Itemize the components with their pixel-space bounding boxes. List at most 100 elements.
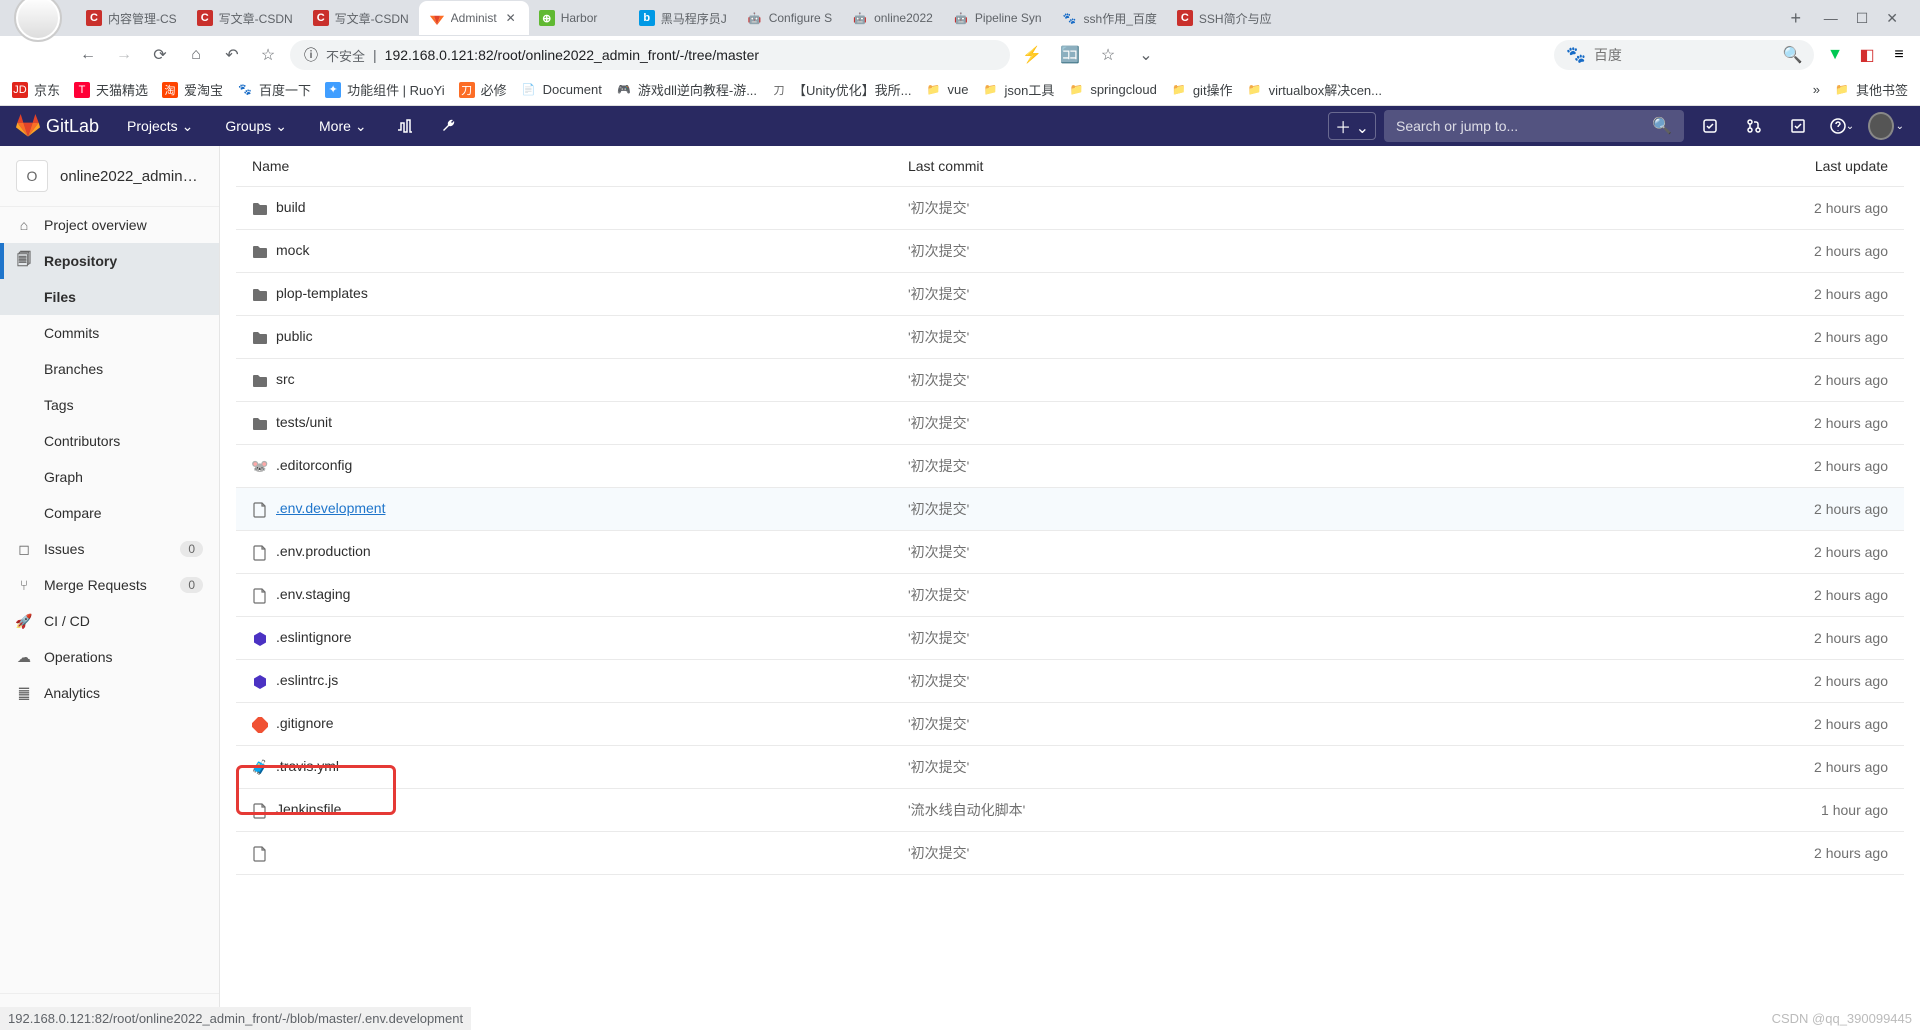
merge-requests-icon[interactable] [1736, 106, 1772, 146]
commit-message[interactable]: '流水线自动化脚本' [908, 802, 1025, 818]
help-icon[interactable]: ⌄ [1824, 106, 1860, 146]
file-name[interactable]: src [276, 371, 295, 387]
table-row[interactable]: .env.staging'初次提交'2 hours ago [236, 574, 1904, 617]
minimize-button[interactable]: — [1824, 10, 1838, 27]
menu-icon[interactable]: ≡ [1888, 44, 1910, 66]
browser-tab[interactable]: C写文章-CSDN [303, 1, 419, 35]
file-name[interactable]: .eslintignore [276, 629, 352, 645]
browser-search-box[interactable]: 🐾 🔍 [1554, 40, 1814, 70]
sidebar-project-header[interactable]: O online2022_admin_fr... [0, 146, 219, 207]
browser-tab[interactable]: b黑马程序员J [629, 1, 737, 35]
table-row[interactable]: src'初次提交'2 hours ago [236, 359, 1904, 402]
sidebar-item-repository[interactable]: 🗐Repository [0, 243, 219, 279]
commit-message[interactable]: '初次提交' [908, 372, 969, 388]
commit-message[interactable]: '初次提交' [908, 544, 969, 560]
bookmark-item[interactable]: JD京东 [12, 80, 60, 99]
sidebar-item-overview[interactable]: ⌂Project overview [0, 207, 219, 243]
forward-button[interactable]: → [110, 41, 138, 69]
close-window-button[interactable]: ✕ [1886, 10, 1898, 27]
commit-message[interactable]: '初次提交' [908, 673, 969, 689]
commit-message[interactable]: '初次提交' [908, 415, 969, 431]
table-row[interactable]: Jenkinsfile'流水线自动化脚本'1 hour ago [236, 789, 1904, 832]
file-name[interactable]: build [276, 199, 306, 215]
bookmark-item[interactable]: 刀必修 [459, 80, 507, 99]
browser-tab[interactable]: 🤖online2022 [842, 1, 943, 35]
file-name[interactable]: Jenkinsfile [276, 801, 341, 817]
nav-more[interactable]: More ⌄ [307, 106, 379, 146]
file-name[interactable]: public [276, 328, 313, 344]
file-name[interactable]: plop-templates [276, 285, 368, 301]
browser-tab[interactable]: 🐾ssh作用_百度 [1052, 1, 1167, 35]
wrench-icon[interactable] [431, 106, 467, 146]
sidebar-item-operations[interactable]: ☁Operations [0, 639, 219, 675]
plus-dropdown[interactable]: ＋ ⌄ [1328, 112, 1376, 140]
browser-tab[interactable]: 🤖Configure S [737, 1, 842, 35]
table-row[interactable]: 🧳.travis.yml'初次提交'2 hours ago [236, 746, 1904, 789]
commit-message[interactable]: '初次提交' [908, 845, 969, 861]
file-name[interactable]: .editorconfig [276, 457, 352, 473]
table-row[interactable]: .eslintrc.js'初次提交'2 hours ago [236, 660, 1904, 703]
file-name[interactable]: .env.development [276, 500, 385, 516]
table-row[interactable]: plop-templates'初次提交'2 hours ago [236, 273, 1904, 316]
maximize-button[interactable]: ☐ [1856, 10, 1869, 27]
reload-button[interactable]: ⟳ [146, 41, 174, 69]
commit-message[interactable]: '初次提交' [908, 329, 969, 345]
file-name[interactable]: .eslintrc.js [276, 672, 338, 688]
bookmark-item[interactable]: 🎮游戏dll逆向教程-游... [616, 80, 757, 99]
browser-search-input[interactable] [1594, 47, 1775, 63]
search-icon[interactable]: 🔍 [1652, 116, 1672, 136]
commit-message[interactable]: '初次提交' [908, 458, 969, 474]
col-commit[interactable]: Last commit [892, 146, 1484, 187]
file-name[interactable]: tests/unit [276, 414, 332, 430]
favorite-icon[interactable]: ☆ [1094, 41, 1122, 69]
table-row[interactable]: .env.development'初次提交'2 hours ago [236, 488, 1904, 531]
sidebar-item-cicd[interactable]: 🚀CI / CD [0, 603, 219, 639]
gitlab-search-input[interactable] [1396, 118, 1652, 134]
extension-icon-2[interactable]: ◧ [1856, 44, 1878, 66]
commit-message[interactable]: '初次提交' [908, 243, 969, 259]
commit-message[interactable]: '初次提交' [908, 716, 969, 732]
commit-message[interactable]: '初次提交' [908, 200, 969, 216]
star-button[interactable]: ☆ [254, 41, 282, 69]
nav-groups[interactable]: Groups ⌄ [213, 106, 299, 146]
todos-icon[interactable] [1780, 106, 1816, 146]
table-row[interactable]: mock'初次提交'2 hours ago [236, 230, 1904, 273]
table-row[interactable]: .env.production'初次提交'2 hours ago [236, 531, 1904, 574]
bookmark-item[interactable]: 🐾百度一下 [237, 80, 311, 99]
bookmark-item[interactable]: ✦功能组件 | RuoYi [325, 80, 445, 99]
gitlab-search[interactable]: 🔍 [1384, 110, 1684, 142]
bookmark-item[interactable]: 📄Document [521, 82, 602, 98]
table-row[interactable]: .eslintignore'初次提交'2 hours ago [236, 617, 1904, 660]
power-icon[interactable]: ⚡ [1018, 41, 1046, 69]
bookmark-item[interactable]: 📁springcloud [1068, 82, 1157, 98]
table-row[interactable]: build'初次提交'2 hours ago [236, 187, 1904, 230]
bookmark-item[interactable]: 刀【Unity优化】我所... [771, 80, 911, 99]
home-button[interactable]: ⌂ [182, 41, 210, 69]
browser-tab[interactable]: 🤖Pipeline Syn [943, 1, 1052, 35]
sidebar-item-tags[interactable]: Tags [0, 387, 219, 423]
sidebar-item-merge[interactable]: ⑂Merge Requests0 [0, 567, 219, 603]
table-row[interactable]: '初次提交'2 hours ago [236, 832, 1904, 875]
commit-message[interactable]: '初次提交' [908, 759, 969, 775]
bookmark-item[interactable]: 📁json工具 [982, 80, 1054, 99]
sidebar-item-commits[interactable]: Commits [0, 315, 219, 351]
commit-message[interactable]: '初次提交' [908, 286, 969, 302]
commit-message[interactable]: '初次提交' [908, 501, 969, 517]
col-update[interactable]: Last update [1484, 146, 1904, 187]
sidebar-item-analytics[interactable]: ䷀Analytics [0, 675, 219, 711]
sidebar-item-branches[interactable]: Branches [0, 351, 219, 387]
file-name[interactable]: .travis.yml [276, 758, 339, 774]
sidebar-item-graph[interactable]: Graph [0, 459, 219, 495]
browser-tab[interactable]: Administ✕ [419, 1, 529, 35]
browser-tab[interactable]: C写文章-CSDN [187, 1, 303, 35]
extension-icon-1[interactable]: ▼ [1824, 44, 1846, 66]
other-bookmarks[interactable]: 📁其他书签 [1834, 80, 1908, 99]
file-name[interactable]: mock [276, 242, 309, 258]
sidebar-item-contributors[interactable]: Contributors [0, 423, 219, 459]
bookmarks-overflow[interactable]: » [1813, 82, 1820, 97]
back-button[interactable]: ← [74, 41, 102, 69]
issues-icon[interactable] [1692, 106, 1728, 146]
sidebar-item-compare[interactable]: Compare [0, 495, 219, 531]
translate-icon[interactable]: 🈁 [1056, 41, 1084, 69]
search-icon[interactable]: 🔍 [1783, 45, 1803, 65]
